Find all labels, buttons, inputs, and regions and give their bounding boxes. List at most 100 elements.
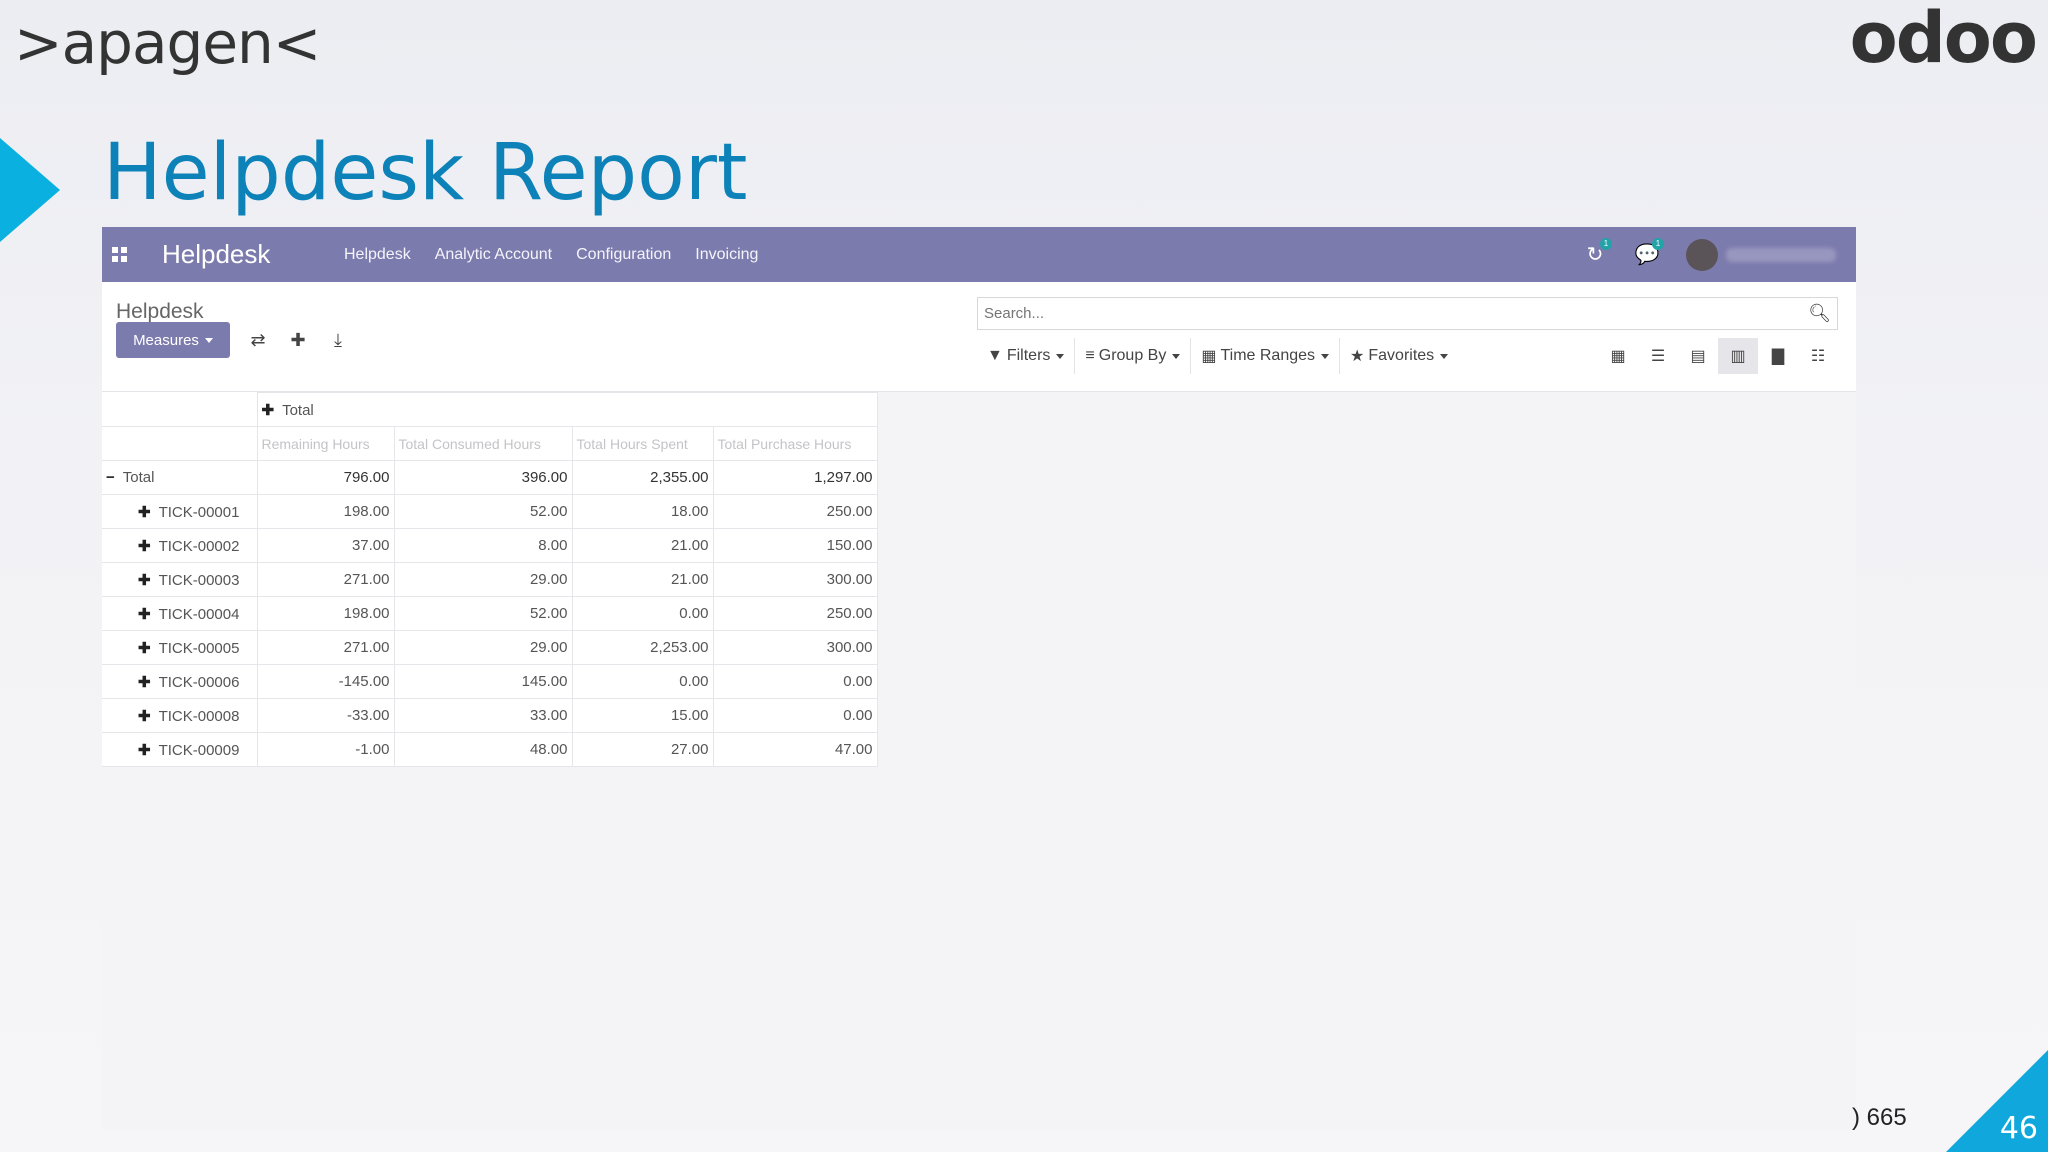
- cell-value[interactable]: 271.00: [256, 562, 395, 597]
- cell-value[interactable]: 37.00: [256, 528, 395, 563]
- row-header[interactable]: ✚ TICK-00009: [102, 732, 258, 767]
- cell-value[interactable]: 8.00: [393, 528, 573, 563]
- cell-value[interactable]: 21.00: [571, 528, 714, 563]
- group-by-dropdown[interactable]: ≡ Group By: [1075, 338, 1192, 374]
- cell-value[interactable]: -145.00: [256, 664, 395, 699]
- measure-remaining-hours[interactable]: Remaining Hours: [256, 426, 395, 461]
- cell-value[interactable]: 33.00: [393, 698, 573, 733]
- measures-button[interactable]: Measures: [116, 322, 230, 358]
- apps-menu-icon[interactable]: [112, 245, 132, 265]
- calendar-icon: ▦: [1201, 348, 1217, 365]
- cell-value[interactable]: 27.00: [571, 732, 714, 767]
- row-label: Total: [122, 469, 155, 486]
- cell-value[interactable]: -1.00: [256, 732, 395, 767]
- plus-icon: ✚: [138, 537, 151, 555]
- row-header[interactable]: ✚ TICK-00002: [102, 528, 258, 563]
- cell-value[interactable]: 145.00: [393, 664, 573, 699]
- row-header[interactable]: ✚ TICK-00003: [102, 562, 258, 597]
- cell-value[interactable]: 48.00: [393, 732, 573, 767]
- page-number: 46: [1999, 1111, 2038, 1146]
- pivot-table-area: ✚ Total Remaining Hours Total Consumed Ho…: [102, 392, 1856, 767]
- caret-down-icon: [204, 337, 213, 343]
- search-icon[interactable]: 🔍︎: [1808, 303, 1831, 324]
- cell-value[interactable]: 2,355.00: [571, 460, 714, 495]
- cell-value[interactable]: 0.00: [571, 596, 714, 631]
- plus-icon: ✚: [138, 571, 151, 589]
- row-label: TICK-00006: [158, 673, 240, 691]
- row-header[interactable]: ✚ TICK-00004: [102, 596, 258, 631]
- cell-value[interactable]: 52.00: [393, 494, 573, 529]
- cell-value[interactable]: 396.00: [393, 460, 573, 495]
- cell-value[interactable]: 198.00: [256, 494, 395, 529]
- measure-total-consumed-hours[interactable]: Total Consumed Hours: [393, 426, 573, 461]
- odoo-logo: odoo: [1849, 0, 2038, 79]
- cell-value[interactable]: 250.00: [712, 596, 878, 631]
- menu-invoicing[interactable]: Invoicing: [695, 246, 758, 264]
- cell-value[interactable]: 52.00: [393, 596, 573, 631]
- table-row: ✚ TICK-00006 -145.00 145.00 0.00 0.00: [102, 664, 878, 699]
- search-input[interactable]: [978, 298, 1778, 329]
- graph-view-icon[interactable]: ▇: [1758, 338, 1798, 374]
- cell-value[interactable]: 198.00: [256, 596, 395, 631]
- top-navbar: Helpdesk Helpdesk Analytic Account Confi…: [102, 227, 1856, 282]
- cell-value[interactable]: 21.00: [571, 562, 714, 597]
- app-name[interactable]: Helpdesk: [162, 239, 344, 270]
- cell-value[interactable]: 0.00: [571, 664, 714, 699]
- pivot-corner: [102, 392, 258, 427]
- user-name-blurred: [1726, 247, 1836, 262]
- row-header[interactable]: ✚ TICK-00005: [102, 630, 258, 665]
- cell-value[interactable]: 15.00: [571, 698, 714, 733]
- cell-value[interactable]: 796.00: [256, 460, 395, 495]
- cell-value[interactable]: 271.00: [256, 630, 395, 665]
- cell-value[interactable]: 0.00: [712, 698, 878, 733]
- cell-value[interactable]: 2,253.00: [571, 630, 714, 665]
- cell-value[interactable]: 47.00: [712, 732, 878, 767]
- table-row-total: − Total 796.00 396.00 2,355.00 1,297.00: [102, 460, 878, 495]
- column-header-total[interactable]: ✚ Total: [256, 392, 878, 427]
- messages-icon[interactable]: 💬 1: [1634, 238, 1664, 267]
- cell-value[interactable]: 1,297.00: [712, 460, 878, 495]
- measure-total-hours-spent[interactable]: Total Hours Spent: [571, 426, 714, 461]
- calendar-view-icon[interactable]: ▤: [1678, 338, 1718, 374]
- footer-text: ) 665: [1852, 1104, 1907, 1131]
- download-icon[interactable]: ⤓: [318, 322, 358, 358]
- time-ranges-label: Time Ranges: [1220, 347, 1316, 364]
- cell-value[interactable]: 300.00: [712, 562, 878, 597]
- kanban-view-icon[interactable]: ▦: [1598, 338, 1638, 374]
- row-header-total[interactable]: − Total: [102, 460, 258, 495]
- cell-value[interactable]: 300.00: [712, 630, 878, 665]
- menu-analytic-account[interactable]: Analytic Account: [435, 246, 552, 264]
- cell-value[interactable]: 29.00: [393, 630, 573, 665]
- cell-value[interactable]: 250.00: [712, 494, 878, 529]
- list-view-icon[interactable]: ☰: [1638, 338, 1678, 374]
- row-header[interactable]: ✚ TICK-00006: [102, 664, 258, 699]
- caret-down-icon: [1172, 353, 1181, 359]
- table-row: ✚ TICK-00009 -1.00 48.00 27.00 47.00: [102, 732, 878, 767]
- cell-value[interactable]: 18.00: [571, 494, 714, 529]
- menu-helpdesk[interactable]: Helpdesk: [344, 246, 411, 264]
- cell-value[interactable]: 150.00: [712, 528, 878, 563]
- cell-value[interactable]: 29.00: [393, 562, 573, 597]
- cell-value[interactable]: -33.00: [256, 698, 395, 733]
- menu-configuration[interactable]: Configuration: [576, 246, 671, 264]
- activity-icon[interactable]: ↻ 1: [1582, 238, 1612, 267]
- row-header[interactable]: ✚ TICK-00008: [102, 698, 258, 733]
- time-ranges-dropdown[interactable]: ▦ Time Ranges: [1191, 338, 1341, 374]
- flip-axis-icon[interactable]: ⇄: [238, 322, 278, 358]
- table-row: ✚ TICK-00008 -33.00 33.00 15.00 0.00: [102, 698, 878, 733]
- table-row: ✚ TICK-00005 271.00 29.00 2,253.00 300.00: [102, 630, 878, 665]
- cell-value[interactable]: 0.00: [712, 664, 878, 699]
- filters-dropdown[interactable]: ▼ Filters: [977, 338, 1076, 374]
- measure-total-purchase-hours[interactable]: Total Purchase Hours: [712, 426, 878, 461]
- filter-icon: ▼: [987, 347, 1003, 364]
- pivot-view-icon[interactable]: ▥: [1718, 338, 1758, 374]
- activity-badge: 1: [1600, 238, 1612, 250]
- row-header[interactable]: ✚ TICK-00001: [102, 494, 258, 529]
- user-menu[interactable]: [1686, 238, 1836, 271]
- filters-label: Filters: [1006, 347, 1051, 364]
- expand-all-icon[interactable]: ✚: [278, 322, 318, 358]
- messages-badge: 1: [1652, 238, 1664, 250]
- grid-view-icon[interactable]: ☷: [1798, 338, 1838, 374]
- favorites-dropdown[interactable]: ★ Favorites: [1340, 338, 1458, 374]
- breadcrumb: Helpdesk: [116, 300, 204, 323]
